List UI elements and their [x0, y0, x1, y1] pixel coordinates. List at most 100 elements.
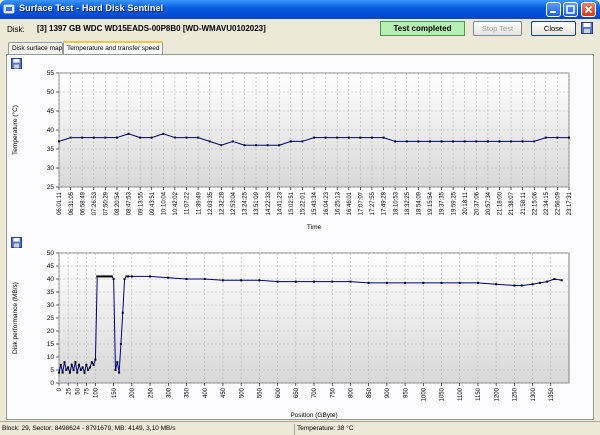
x-tick-label: 25 [66, 387, 72, 394]
data-point [101, 275, 104, 278]
x-tick-label: 15:22:01 [301, 191, 307, 215]
data-point [301, 140, 304, 143]
x-tick-label: 1000 [421, 387, 427, 401]
x-tick-label: 600 [276, 387, 282, 398]
minimize-button[interactable] [546, 2, 561, 17]
data-point [78, 363, 81, 366]
title-bar[interactable]: Surface Test - Hard Disk Sentinel [0, 0, 600, 19]
data-point [359, 136, 362, 139]
data-point [74, 361, 77, 364]
maximize-button[interactable] [563, 2, 578, 17]
data-point [243, 144, 246, 147]
data-point [94, 358, 97, 361]
data-point [521, 140, 524, 143]
data-point [394, 140, 397, 143]
x-tick-label: 20:18:11 [463, 191, 469, 215]
x-tick-label: 21:38:07 [509, 191, 515, 215]
data-point [313, 280, 315, 283]
data-point [70, 363, 73, 366]
data-point [255, 144, 258, 147]
data-point [382, 136, 385, 139]
data-point [258, 279, 261, 282]
x-tick-label: 150 [112, 387, 118, 398]
data-point [119, 343, 122, 345]
close-window-button[interactable] [581, 2, 596, 17]
x-tick-label: 950 [403, 387, 409, 398]
y-axis-label: Disk performance (MB/s) [12, 282, 19, 354]
data-point [58, 371, 60, 374]
x-tick-label: 06:58:49 [80, 191, 86, 215]
x-tick-label: 500 [239, 387, 245, 398]
data-point [68, 371, 71, 374]
data-point [87, 369, 90, 371]
data-point [115, 136, 118, 139]
x-tick-label: 09:43:51 [150, 191, 156, 215]
x-tick-label: 20:57:34 [486, 191, 492, 215]
close-button[interactable]: Close [531, 21, 576, 36]
data-point [72, 369, 75, 371]
stop-test-button[interactable]: Stop Test [473, 21, 522, 36]
data-point [276, 280, 279, 283]
data-point [85, 363, 88, 366]
x-tick-label: 16:46:01 [347, 191, 353, 215]
data-point [520, 284, 523, 287]
x-tick-label: 550 [258, 387, 264, 398]
data-point [58, 140, 60, 143]
tab-temperature-transfer-speed[interactable]: Temperature and transfer speed [63, 41, 163, 55]
x-tick-label: 13:24:25 [243, 191, 249, 215]
save-icon[interactable] [581, 22, 593, 34]
x-tick-label: 19:15:54 [428, 191, 434, 215]
x-tick-label: 06:31:05 [69, 191, 75, 215]
tab-disk-surface-map[interactable]: Disk surface map [8, 42, 63, 54]
x-tick-label: 12:03:35 [208, 191, 214, 215]
performance-chart: 051015202530354045500 25 50 75 100 150 200 250 3… [12, 250, 570, 419]
data-point [266, 144, 269, 147]
disk-name: [3] 1397 GB WDC WD15EADS-00P8B0 [WD-WMAV… [37, 24, 266, 33]
x-tick-label: 1050 [440, 387, 446, 401]
x-axis-label: Position (GByte) [290, 412, 337, 419]
data-point [495, 283, 498, 286]
y-tick-label: 45 [47, 108, 55, 115]
y-tick-label: 15 [47, 341, 55, 348]
y-tick-label: 25 [47, 184, 55, 191]
data-point [125, 275, 128, 278]
disk-bar: Disk: [3] 1397 GB WDC WD15EADS-00P8B0 [W… [0, 19, 600, 40]
x-tick-label: 22:56:09 [556, 191, 562, 215]
data-point [221, 279, 224, 282]
x-tick-label: 07:50:29 [104, 191, 110, 215]
y-tick-label: 30 [47, 302, 55, 309]
x-tick-label: 18:32:25 [405, 191, 411, 215]
x-tick-label: 1350 [549, 387, 555, 401]
data-point [139, 136, 142, 139]
minimize-icon [550, 11, 556, 13]
data-point [65, 369, 68, 371]
x-tick-label: 16:25:13 [335, 191, 341, 215]
data-point [278, 144, 281, 147]
data-point [463, 140, 466, 143]
x-tick-label: 450 [221, 387, 227, 398]
data-point [88, 366, 91, 369]
data-point [475, 140, 478, 143]
data-point [440, 140, 443, 143]
data-point [130, 275, 133, 278]
data-point [96, 275, 99, 278]
x-tick-label: 400 [203, 387, 209, 398]
y-axis-label: Temperature (°C) [11, 105, 19, 155]
data-point [167, 276, 170, 279]
maximize-icon [566, 5, 575, 14]
data-point [114, 369, 117, 371]
data-point [510, 140, 513, 143]
temperature-chart: 25 30 35 40 45 50 55 06:01:11 06:31:05 06:58:49 07… [11, 70, 573, 231]
data-point [99, 275, 102, 278]
data-point [458, 281, 461, 284]
x-tick-label: 21:58:11 [521, 191, 527, 215]
y-tick-label: 45 [47, 263, 55, 270]
data-point [203, 278, 206, 280]
data-point [61, 371, 64, 374]
x-tick-label: 1100 [458, 387, 464, 401]
x-tick-label: 11:07:22 [185, 191, 191, 215]
data-point [98, 275, 101, 278]
x-tick-label: 10:42:02 [173, 191, 179, 215]
data-point [69, 136, 72, 139]
data-point [109, 275, 111, 278]
